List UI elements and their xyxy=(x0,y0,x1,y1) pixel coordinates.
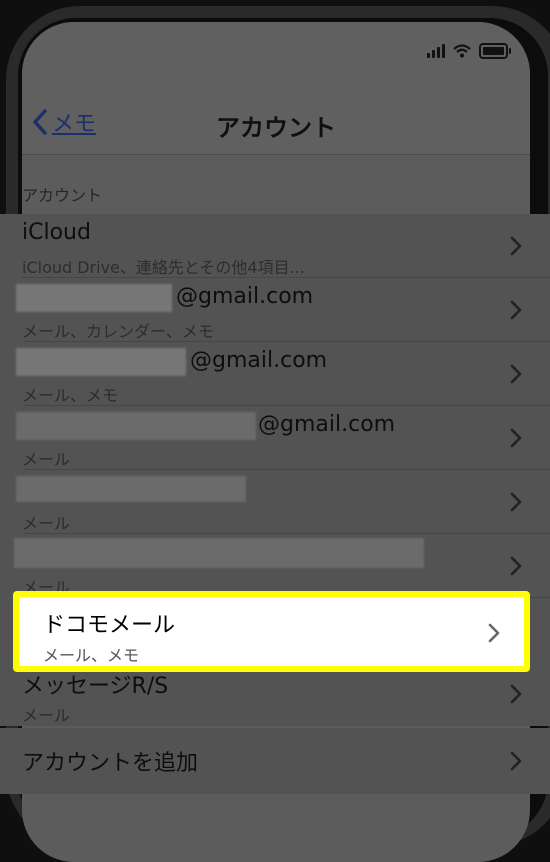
account-row-redacted-2[interactable]: メール xyxy=(0,534,550,598)
account-title: ドコモメール xyxy=(43,613,176,638)
add-account-label: アカウントを追加 xyxy=(22,751,199,776)
wifi-icon xyxy=(453,44,471,58)
page-title: アカウント xyxy=(216,114,336,142)
status-bar xyxy=(22,22,530,92)
chevron-right-icon xyxy=(488,623,500,643)
account-subtitle: メール xyxy=(22,514,71,533)
account-subtitle: メール xyxy=(22,450,71,469)
account-subtitle: メール、カレンダー、メモ xyxy=(22,322,214,341)
account-title: メッセージR/S xyxy=(22,674,169,699)
redacted-email xyxy=(16,284,172,312)
highlight-frame: ドコモメール メール、メモ xyxy=(13,591,530,672)
account-subtitle: iCloud Drive、連絡先とその他4項目... xyxy=(22,258,305,277)
chevron-right-icon xyxy=(510,684,522,704)
chevron-right-icon xyxy=(510,556,522,576)
account-row-redacted-1[interactable]: メール xyxy=(0,470,550,534)
account-title: @gmail.com xyxy=(176,284,314,309)
chevron-right-icon xyxy=(510,492,522,512)
account-title: iCloud xyxy=(22,220,91,245)
chevron-right-icon xyxy=(510,236,522,256)
navigation-bar: メモ アカウント xyxy=(22,92,530,155)
account-row-gmail-1[interactable]: @gmail.com メール、カレンダー、メモ xyxy=(0,278,550,342)
redacted-email xyxy=(16,348,186,376)
redacted-account-name xyxy=(14,538,424,568)
add-account-row[interactable]: アカウントを追加 xyxy=(0,728,550,794)
account-title: @gmail.com xyxy=(258,412,396,437)
section-header: アカウント xyxy=(22,186,103,205)
account-row-gmail-3[interactable]: @gmail.com メール xyxy=(0,406,550,470)
account-row-gmail-2[interactable]: @gmail.com メール、メモ xyxy=(0,342,550,406)
redacted-email xyxy=(16,412,256,440)
account-row-docomo[interactable]: ドコモメール メール、メモ xyxy=(19,597,524,666)
chevron-right-icon xyxy=(510,428,522,448)
battery-icon xyxy=(479,43,511,59)
chevron-right-icon xyxy=(510,751,522,771)
account-subtitle: メール、メモ xyxy=(22,386,119,405)
account-row-icloud[interactable]: iCloud iCloud Drive、連絡先とその他4項目... xyxy=(0,214,550,278)
redacted-account-name xyxy=(16,476,246,502)
account-title: @gmail.com xyxy=(190,348,328,373)
account-subtitle: メール、メモ xyxy=(43,646,140,665)
chevron-right-icon xyxy=(510,364,522,384)
account-subtitle: メール xyxy=(22,706,71,725)
signal-icon xyxy=(427,44,445,58)
status-icons xyxy=(427,43,511,59)
chevron-right-icon xyxy=(510,300,522,320)
